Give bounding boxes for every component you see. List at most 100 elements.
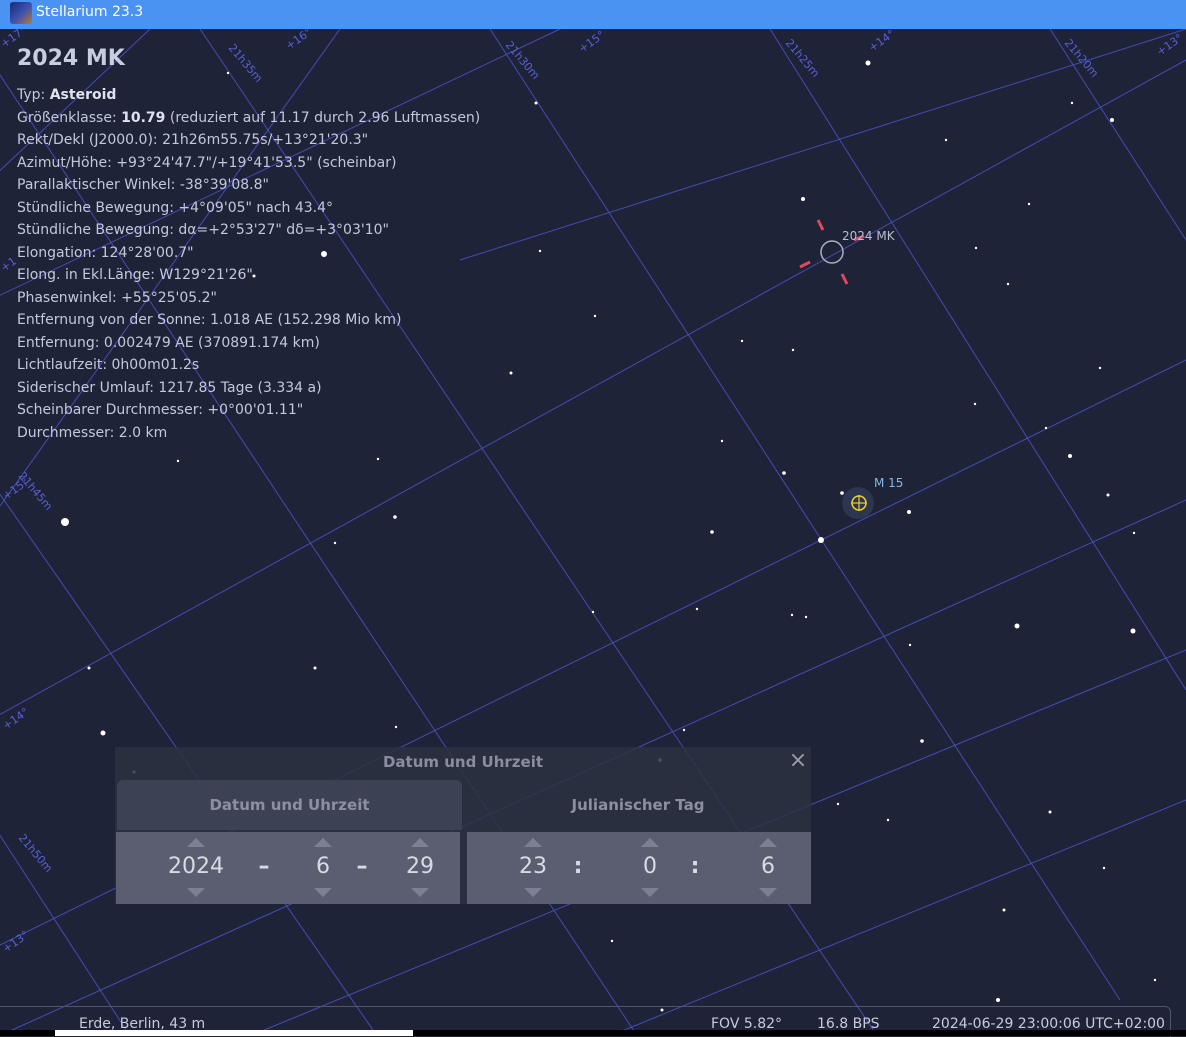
year-spinner[interactable]: 2024 xyxy=(168,832,224,904)
star xyxy=(1002,908,1006,912)
star xyxy=(782,471,786,475)
info-line-label: Entfernung von der Sonne: 1.018 AE (152.… xyxy=(17,312,402,328)
second-down-arrow-icon[interactable] xyxy=(759,888,777,897)
minute-down-arrow-icon[interactable] xyxy=(641,888,659,897)
time-spinner-panel: 23 : 0 : 6 xyxy=(467,832,811,904)
star xyxy=(1027,202,1031,206)
tab-date-time[interactable]: Datum und Uhrzeit xyxy=(117,780,462,830)
star xyxy=(974,246,978,250)
info-line-label: Lichtlaufzeit: 0h00m01.2s xyxy=(17,357,200,373)
grid-label: +15° xyxy=(576,29,607,55)
info-line-label: Entfernung: 0.002479 AE (370891.174 km) xyxy=(17,334,320,351)
info-line-label: Stündliche Bewegung: +4°09'05" nach 43.4… xyxy=(17,199,334,216)
star xyxy=(944,138,948,142)
day-value[interactable]: 29 xyxy=(365,854,475,879)
year-up-arrow-icon[interactable] xyxy=(187,838,205,847)
day-spinner[interactable]: 29 xyxy=(395,832,445,904)
star xyxy=(593,314,597,318)
day-up-arrow-icon[interactable] xyxy=(411,838,429,847)
year-down-arrow-icon[interactable] xyxy=(187,888,205,897)
star xyxy=(394,725,398,729)
grid-label: +14° xyxy=(0,705,31,732)
info-line-label: Stündliche Bewegung: dα=+2°53'27" dδ=+3°… xyxy=(17,222,389,238)
star xyxy=(333,541,337,545)
info-line-label: Typ: xyxy=(17,87,50,103)
info-line-rest: (reduziert auf 11.17 durch 2.96 Luftmass… xyxy=(165,109,481,126)
star xyxy=(1014,623,1020,629)
minute-spinner[interactable]: 0 xyxy=(625,832,675,904)
tab-julian-day[interactable]: Julianischer Tag xyxy=(465,780,811,830)
date-spinner-panel: 2024 – 6 – 29 xyxy=(116,832,460,904)
hour-spinner[interactable]: 23 xyxy=(508,832,558,904)
info-line: Rekt/Dekl (J2000.0): 21h26m55.75s/+13°21… xyxy=(17,129,480,152)
dialog-title[interactable]: Datum und Uhrzeit xyxy=(115,753,811,771)
star xyxy=(87,666,91,670)
star xyxy=(804,615,808,619)
info-line-label: Elong. in Ekl.Länge: W129°21'26" xyxy=(17,267,253,283)
star xyxy=(840,491,844,495)
star xyxy=(996,998,1000,1002)
info-line-value: Asteroid xyxy=(49,87,117,103)
second-spinner[interactable]: 6 xyxy=(743,832,793,904)
info-line: Durchmesser: 2.0 km xyxy=(17,422,480,445)
star xyxy=(1070,101,1074,105)
object-info-panel: 2024 MK Typ: Asteroid Größenklasse: 10.79… xyxy=(17,44,480,444)
info-line: Größenklasse: 10.79 (reduziert auf 11.17… xyxy=(17,107,480,130)
star xyxy=(376,457,380,461)
hour-down-arrow-icon[interactable] xyxy=(524,888,542,897)
close-icon[interactable]: × xyxy=(787,749,809,773)
star xyxy=(591,610,595,614)
ra-grid-line xyxy=(1049,29,1186,241)
star xyxy=(886,818,890,822)
star xyxy=(176,459,180,463)
star xyxy=(1132,531,1136,535)
day-down-arrow-icon[interactable] xyxy=(411,888,429,897)
star xyxy=(1130,628,1136,634)
star xyxy=(1098,366,1102,370)
star xyxy=(1068,454,1072,458)
star xyxy=(720,439,724,443)
star xyxy=(1006,282,1010,286)
month-spinner[interactable]: 6 xyxy=(298,832,348,904)
time-separator: : xyxy=(690,854,700,879)
grid-label: +13° xyxy=(1154,31,1185,58)
cluster-label[interactable]: M 15 xyxy=(874,476,903,490)
grid-label: 21h30m xyxy=(503,39,542,82)
month-up-arrow-icon[interactable] xyxy=(314,838,332,847)
minute-up-arrow-icon[interactable] xyxy=(641,838,659,847)
second-value[interactable]: 6 xyxy=(713,854,823,879)
object-name: 2024 MK xyxy=(17,46,125,71)
hour-up-arrow-icon[interactable] xyxy=(524,838,542,847)
info-line: Stündliche Bewegung: +4°09'05" nach 43.4… xyxy=(17,197,480,220)
star xyxy=(818,537,824,543)
info-line: Phasenwinkel: +55°25'05.2" xyxy=(17,287,480,310)
star xyxy=(791,348,795,352)
object-info-lines: Typ: Asteroid Größenklasse: 10.79 (reduzi… xyxy=(17,84,480,444)
date-time-dialog[interactable]: Datum und Uhrzeit × Datum und Uhrzeit Ju… xyxy=(115,747,811,904)
star xyxy=(1048,810,1052,814)
year-value[interactable]: 2024 xyxy=(141,854,251,879)
stellarium-app-icon xyxy=(10,2,32,24)
month-down-arrow-icon[interactable] xyxy=(314,888,332,897)
star xyxy=(801,197,805,201)
star xyxy=(1044,426,1048,430)
info-line: Azimut/Höhe: +93°24'47.7"/+19°41'53.5" (… xyxy=(17,152,480,175)
selected-object-label[interactable]: 2024 MK xyxy=(842,229,895,243)
star xyxy=(682,728,686,732)
star xyxy=(790,613,794,617)
star xyxy=(973,402,977,406)
info-line-value: 10.79 xyxy=(121,109,166,126)
star xyxy=(740,339,744,343)
star xyxy=(1110,118,1114,122)
info-line-label: Siderischer Umlauf: 1217.85 Tage (3.334 … xyxy=(17,379,322,396)
info-line-label: Elongation: 124°28'00.7" xyxy=(17,244,194,261)
grid-label: +14° xyxy=(866,29,897,54)
star xyxy=(710,530,714,534)
star xyxy=(393,515,397,519)
info-line: Entfernung von der Sonne: 1.018 AE (152.… xyxy=(17,309,480,332)
info-line-label: Scheinbarer Durchmesser: +0°00'01.11" xyxy=(17,402,304,418)
info-line: Stündliche Bewegung: dα=+2°53'27" dδ=+3°… xyxy=(17,219,480,242)
second-up-arrow-icon[interactable] xyxy=(759,838,777,847)
info-line-label: Parallaktischer Winkel: -38°39'08.8" xyxy=(17,177,269,193)
info-line-label: Phasenwinkel: +55°25'05.2" xyxy=(17,289,217,306)
